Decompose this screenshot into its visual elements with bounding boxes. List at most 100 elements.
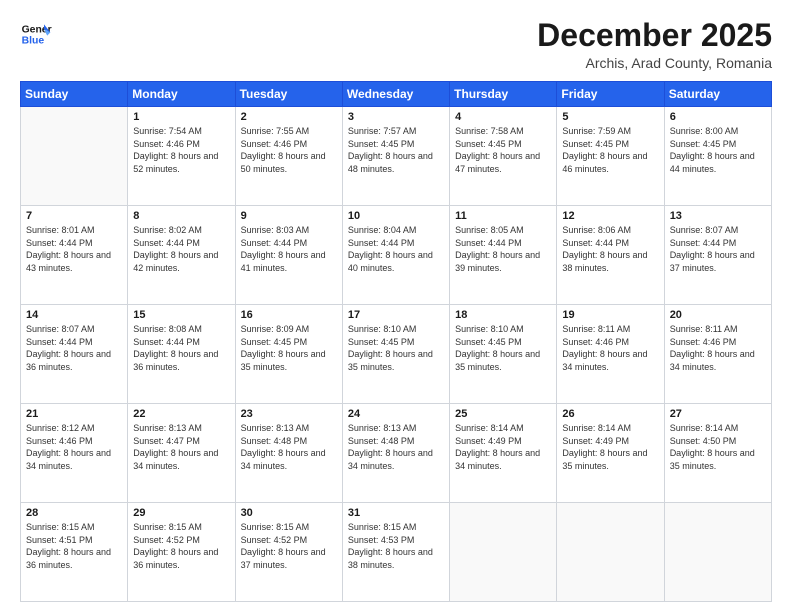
day-info: Sunrise: 7:54 AMSunset: 4:46 PMDaylight:…	[133, 125, 229, 175]
day-info: Sunrise: 8:09 AMSunset: 4:45 PMDaylight:…	[241, 323, 337, 373]
table-row: 16 Sunrise: 8:09 AMSunset: 4:45 PMDayligh…	[235, 305, 342, 404]
table-row: 11 Sunrise: 8:05 AMSunset: 4:44 PMDayligh…	[450, 206, 557, 305]
col-sunday: Sunday	[21, 82, 128, 107]
day-info: Sunrise: 8:04 AMSunset: 4:44 PMDaylight:…	[348, 224, 444, 274]
table-row: 22 Sunrise: 8:13 AMSunset: 4:47 PMDayligh…	[128, 404, 235, 503]
day-number: 18	[455, 309, 551, 321]
table-row: 30 Sunrise: 8:15 AMSunset: 4:52 PMDayligh…	[235, 503, 342, 602]
day-info: Sunrise: 8:10 AMSunset: 4:45 PMDaylight:…	[348, 323, 444, 373]
col-friday: Friday	[557, 82, 664, 107]
col-thursday: Thursday	[450, 82, 557, 107]
table-row: 21 Sunrise: 8:12 AMSunset: 4:46 PMDayligh…	[21, 404, 128, 503]
day-info: Sunrise: 8:15 AMSunset: 4:51 PMDaylight:…	[26, 521, 122, 571]
day-number: 27	[670, 408, 766, 420]
table-row: 8 Sunrise: 8:02 AMSunset: 4:44 PMDaylight…	[128, 206, 235, 305]
day-info: Sunrise: 7:58 AMSunset: 4:45 PMDaylight:…	[455, 125, 551, 175]
calendar-table: Sunday Monday Tuesday Wednesday Thursday…	[20, 81, 772, 602]
table-row: 26Sunrise: 8:14 AMSunset: 4:49 PMDayligh…	[557, 404, 664, 503]
day-info: Sunrise: 8:08 AMSunset: 4:44 PMDaylight:…	[133, 323, 229, 373]
day-number: 6	[670, 111, 766, 123]
svg-text:Blue: Blue	[22, 36, 45, 47]
day-info: Sunrise: 8:11 AMSunset: 4:46 PMDaylight:…	[562, 323, 658, 373]
day-number: 29	[133, 507, 229, 519]
day-info: Sunrise: 7:57 AMSunset: 4:45 PMDaylight:…	[348, 125, 444, 175]
table-row: 9Sunrise: 8:03 AMSunset: 4:44 PMDaylight…	[235, 206, 342, 305]
day-info: Sunrise: 8:10 AMSunset: 4:45 PMDaylight:…	[455, 323, 551, 373]
table-row: 3Sunrise: 7:57 AMSunset: 4:45 PMDaylight…	[342, 107, 449, 206]
table-row	[450, 503, 557, 602]
subtitle: Archis, Arad County, Romania	[537, 55, 772, 71]
day-number: 30	[241, 507, 337, 519]
day-info: Sunrise: 8:14 AMSunset: 4:49 PMDaylight:…	[455, 422, 551, 472]
day-number: 25	[455, 408, 551, 420]
day-number: 15	[133, 309, 229, 321]
day-info: Sunrise: 8:13 AMSunset: 4:48 PMDaylight:…	[241, 422, 337, 472]
day-number: 22	[133, 408, 229, 420]
day-info: Sunrise: 8:15 AMSunset: 4:52 PMDaylight:…	[241, 521, 337, 571]
day-info: Sunrise: 7:59 AMSunset: 4:45 PMDaylight:…	[562, 125, 658, 175]
day-number: 2	[241, 111, 337, 123]
table-row: 6 Sunrise: 8:00 AMSunset: 4:45 PMDaylight…	[664, 107, 771, 206]
week-row-2: 7Sunrise: 8:01 AMSunset: 4:44 PMDaylight…	[21, 206, 772, 305]
table-row: 29 Sunrise: 8:15 AMSunset: 4:52 PMDayligh…	[128, 503, 235, 602]
table-row: 18 Sunrise: 8:10 AMSunset: 4:45 PMDayligh…	[450, 305, 557, 404]
day-number: 20	[670, 309, 766, 321]
day-number: 11	[455, 210, 551, 222]
day-number: 19	[562, 309, 658, 321]
day-info: Sunrise: 8:13 AMSunset: 4:48 PMDaylight:…	[348, 422, 444, 472]
day-number: 13	[670, 210, 766, 222]
day-number: 5	[562, 111, 658, 123]
table-row: 4Sunrise: 7:58 AMSunset: 4:45 PMDaylight…	[450, 107, 557, 206]
col-saturday: Saturday	[664, 82, 771, 107]
day-number: 1	[133, 111, 229, 123]
day-number: 16	[241, 309, 337, 321]
table-row: 5 Sunrise: 7:59 AMSunset: 4:45 PMDaylight…	[557, 107, 664, 206]
table-row: 20 Sunrise: 8:11 AMSunset: 4:46 PMDayligh…	[664, 305, 771, 404]
day-number: 21	[26, 408, 122, 420]
logo-icon: General Blue	[20, 18, 52, 50]
week-row-3: 14 Sunrise: 8:07 AMSunset: 4:44 PMDayligh…	[21, 305, 772, 404]
day-number: 17	[348, 309, 444, 321]
day-info: Sunrise: 8:15 AMSunset: 4:52 PMDaylight:…	[133, 521, 229, 571]
table-row: 12Sunrise: 8:06 AMSunset: 4:44 PMDayligh…	[557, 206, 664, 305]
table-row: 17 Sunrise: 8:10 AMSunset: 4:45 PMDayligh…	[342, 305, 449, 404]
day-number: 23	[241, 408, 337, 420]
table-row: 10 Sunrise: 8:04 AMSunset: 4:44 PMDayligh…	[342, 206, 449, 305]
calendar-header-row: Sunday Monday Tuesday Wednesday Thursday…	[21, 82, 772, 107]
col-tuesday: Tuesday	[235, 82, 342, 107]
col-monday: Monday	[128, 82, 235, 107]
day-number: 10	[348, 210, 444, 222]
page: General Blue December 2025 Archis, Arad …	[0, 0, 792, 612]
week-row-1: 1 Sunrise: 7:54 AMSunset: 4:46 PMDaylight…	[21, 107, 772, 206]
day-info: Sunrise: 8:05 AMSunset: 4:44 PMDaylight:…	[455, 224, 551, 274]
day-info: Sunrise: 8:07 AMSunset: 4:44 PMDaylight:…	[26, 323, 122, 373]
table-row: 13 Sunrise: 8:07 AMSunset: 4:44 PMDayligh…	[664, 206, 771, 305]
day-info: Sunrise: 8:02 AMSunset: 4:44 PMDaylight:…	[133, 224, 229, 274]
day-number: 12	[562, 210, 658, 222]
header: General Blue December 2025 Archis, Arad …	[20, 18, 772, 71]
table-row: 24Sunrise: 8:13 AMSunset: 4:48 PMDayligh…	[342, 404, 449, 503]
day-info: Sunrise: 8:14 AMSunset: 4:50 PMDaylight:…	[670, 422, 766, 472]
week-row-5: 28 Sunrise: 8:15 AMSunset: 4:51 PMDayligh…	[21, 503, 772, 602]
week-row-4: 21 Sunrise: 8:12 AMSunset: 4:46 PMDayligh…	[21, 404, 772, 503]
day-number: 28	[26, 507, 122, 519]
day-number: 8	[133, 210, 229, 222]
day-info: Sunrise: 8:11 AMSunset: 4:46 PMDaylight:…	[670, 323, 766, 373]
day-number: 7	[26, 210, 122, 222]
day-info: Sunrise: 8:12 AMSunset: 4:46 PMDaylight:…	[26, 422, 122, 472]
day-info: Sunrise: 8:07 AMSunset: 4:44 PMDaylight:…	[670, 224, 766, 274]
table-row: 27 Sunrise: 8:14 AMSunset: 4:50 PMDayligh…	[664, 404, 771, 503]
day-info: Sunrise: 7:55 AMSunset: 4:46 PMDaylight:…	[241, 125, 337, 175]
table-row	[664, 503, 771, 602]
day-info: Sunrise: 8:13 AMSunset: 4:47 PMDaylight:…	[133, 422, 229, 472]
table-row: 7Sunrise: 8:01 AMSunset: 4:44 PMDaylight…	[21, 206, 128, 305]
logo: General Blue	[20, 18, 52, 50]
table-row	[557, 503, 664, 602]
table-row: 25 Sunrise: 8:14 AMSunset: 4:49 PMDayligh…	[450, 404, 557, 503]
day-info: Sunrise: 8:00 AMSunset: 4:45 PMDaylight:…	[670, 125, 766, 175]
table-row: 28 Sunrise: 8:15 AMSunset: 4:51 PMDayligh…	[21, 503, 128, 602]
day-info: Sunrise: 8:15 AMSunset: 4:53 PMDaylight:…	[348, 521, 444, 571]
day-number: 14	[26, 309, 122, 321]
table-row: 19 Sunrise: 8:11 AMSunset: 4:46 PMDayligh…	[557, 305, 664, 404]
table-row: 31Sunrise: 8:15 AMSunset: 4:53 PMDayligh…	[342, 503, 449, 602]
